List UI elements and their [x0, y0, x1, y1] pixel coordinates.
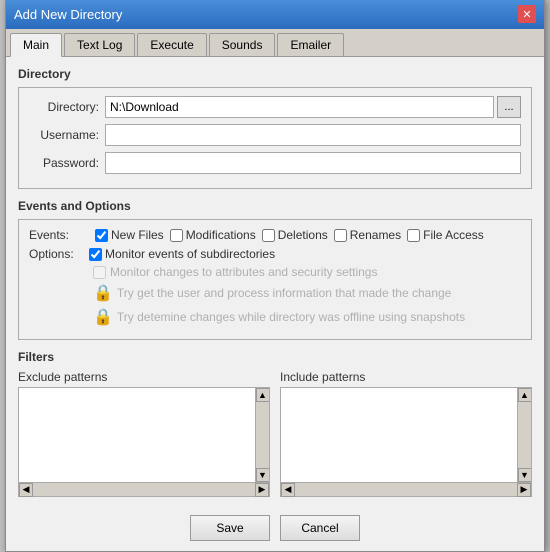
directory-input[interactable]	[105, 96, 494, 118]
option-monitor-attrs-label: Monitor changes to attributes and securi…	[110, 265, 377, 279]
include-vscroll-down[interactable]: ▼	[518, 468, 532, 482]
password-input[interactable]	[105, 152, 521, 174]
exclude-patterns-box: ▲ ▼ ◀ ▶	[18, 387, 270, 497]
exclude-patterns-textarea[interactable]	[19, 388, 255, 482]
tab-sounds[interactable]: Sounds	[209, 33, 276, 56]
include-hscroll-right[interactable]: ▶	[517, 483, 531, 497]
directory-label: Directory:	[29, 100, 99, 114]
exclude-vscroll-down[interactable]: ▼	[256, 468, 270, 482]
option-offline-snapshots-label: Try detemine changes while directory was…	[117, 310, 465, 324]
username-label: Username:	[29, 128, 99, 142]
option-user-process-row: 🔒 Try get the user and process informati…	[93, 283, 521, 303]
exclude-hscroll: ◀ ▶	[19, 482, 269, 496]
directory-section-title: Directory	[18, 67, 532, 81]
title-bar: Add New Directory ✕	[6, 0, 544, 29]
password-row: Password:	[29, 152, 521, 174]
include-patterns-textarea[interactable]	[281, 388, 517, 482]
event-renames-label: Renames	[350, 228, 401, 242]
filters-section-title: Filters	[18, 350, 532, 364]
browse-button[interactable]: ...	[497, 96, 521, 118]
exclude-patterns-label: Exclude patterns	[18, 370, 270, 384]
filters-section: Filters Exclude patterns ▲ ▼	[18, 350, 532, 497]
event-deletions-checkbox[interactable]	[262, 229, 275, 242]
include-patterns-box: ▲ ▼ ◀ ▶	[280, 387, 532, 497]
exclude-hscroll-track	[33, 483, 255, 496]
lock-icon-2: 🔒	[93, 307, 113, 327]
event-file-access-label: File Access	[423, 228, 484, 242]
events-section-title: Events and Options	[18, 199, 532, 213]
options-label: Options:	[29, 247, 89, 261]
cancel-button[interactable]: Cancel	[280, 515, 360, 541]
event-modifications-label: Modifications	[186, 228, 256, 242]
exclude-hscroll-left[interactable]: ◀	[19, 483, 33, 497]
events-section: Events: New Files Modifications Deletion…	[18, 219, 532, 340]
footer: Save Cancel	[6, 507, 544, 551]
save-button[interactable]: Save	[190, 515, 270, 541]
exclude-hscroll-right[interactable]: ▶	[255, 483, 269, 497]
event-file-access[interactable]: File Access	[407, 228, 484, 242]
include-hscroll: ◀ ▶	[281, 482, 531, 496]
main-window: Add New Directory ✕ Main Text Log Execut…	[5, 0, 545, 552]
exclude-inner: ▲ ▼	[19, 388, 269, 482]
event-modifications-checkbox[interactable]	[170, 229, 183, 242]
include-vscroll: ▲ ▼	[517, 388, 531, 482]
close-button[interactable]: ✕	[518, 5, 536, 23]
include-hscroll-left[interactable]: ◀	[281, 483, 295, 497]
option-monitor-attrs-row: Monitor changes to attributes and securi…	[93, 265, 521, 279]
filters-row: Exclude patterns ▲ ▼ ◀	[18, 370, 532, 497]
directory-section: Directory: ... Username: Password:	[18, 87, 532, 189]
option-user-process-label: Try get the user and process information…	[117, 286, 451, 300]
event-deletions[interactable]: Deletions	[262, 228, 328, 242]
option-monitor-subdirs[interactable]: Monitor events of subdirectories	[89, 247, 275, 261]
tab-main[interactable]: Main	[10, 33, 62, 57]
include-patterns-col: Include patterns ▲ ▼ ◀	[280, 370, 532, 497]
main-content: Directory Directory: ... Username: Passw…	[6, 57, 544, 507]
password-label: Password:	[29, 156, 99, 170]
include-vscroll-up[interactable]: ▲	[518, 388, 532, 402]
tab-emailer[interactable]: Emailer	[277, 33, 344, 56]
directory-row: Directory: ...	[29, 96, 521, 118]
option-monitor-subdirs-label: Monitor events of subdirectories	[105, 247, 275, 261]
options-row: Options: Monitor events of subdirectorie…	[29, 247, 521, 261]
include-patterns-label: Include patterns	[280, 370, 532, 384]
event-new-files-label: New Files	[111, 228, 164, 242]
events-label: Events:	[29, 228, 89, 242]
exclude-vscroll-up[interactable]: ▲	[256, 388, 270, 402]
include-inner: ▲ ▼	[281, 388, 531, 482]
option-monitor-subdirs-checkbox[interactable]	[89, 248, 102, 261]
exclude-vscroll-track	[256, 402, 269, 468]
event-new-files[interactable]: New Files	[95, 228, 164, 242]
username-input[interactable]	[105, 124, 521, 146]
option-monitor-attrs-checkbox	[93, 266, 106, 279]
username-row: Username:	[29, 124, 521, 146]
option-offline-snapshots-row: 🔒 Try detemine changes while directory w…	[93, 307, 521, 327]
include-hscroll-track	[295, 483, 517, 496]
event-deletions-label: Deletions	[278, 228, 328, 242]
lock-icon-1: 🔒	[93, 283, 113, 303]
event-file-access-checkbox[interactable]	[407, 229, 420, 242]
event-renames[interactable]: Renames	[334, 228, 401, 242]
events-row: Events: New Files Modifications Deletion…	[29, 228, 521, 242]
tab-bar: Main Text Log Execute Sounds Emailer	[6, 29, 544, 57]
tab-execute[interactable]: Execute	[137, 33, 206, 56]
event-new-files-checkbox[interactable]	[95, 229, 108, 242]
window-title: Add New Directory	[14, 7, 122, 22]
exclude-vscroll: ▲ ▼	[255, 388, 269, 482]
tab-textlog[interactable]: Text Log	[64, 33, 135, 56]
event-renames-checkbox[interactable]	[334, 229, 347, 242]
exclude-patterns-col: Exclude patterns ▲ ▼ ◀	[18, 370, 270, 497]
event-modifications[interactable]: Modifications	[170, 228, 256, 242]
include-vscroll-track	[518, 402, 531, 468]
